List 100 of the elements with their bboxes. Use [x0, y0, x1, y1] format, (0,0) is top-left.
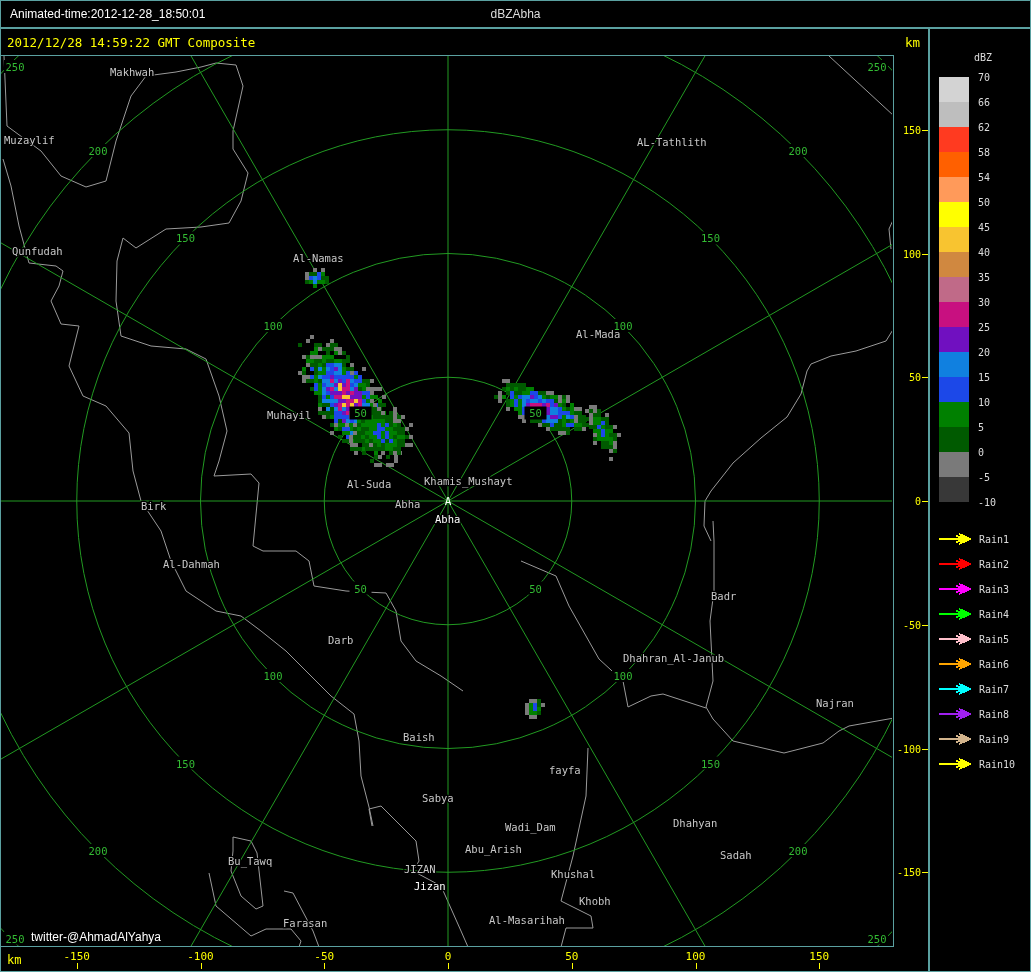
axis-tick [922, 748, 928, 750]
place-label: Al-Suda [347, 478, 392, 490]
axis-tick [922, 253, 928, 255]
scale-label: 35 [978, 270, 992, 285]
scale-label: -5 [978, 470, 992, 485]
place-label: Makhwah [110, 66, 155, 78]
axis-tick-label: -100 [896, 743, 921, 754]
legend-label: Rain9 [979, 733, 1010, 745]
axis-tick [819, 963, 821, 969]
axis-tick [922, 872, 928, 874]
scale-label: 66 [978, 95, 992, 110]
legend-label: Rain6 [979, 658, 1010, 670]
place-label: Sadah [720, 849, 752, 861]
animation-time: Animated-time:2012-12-28_18:50:01 [10, 7, 206, 21]
range-ring-label: 50 [529, 582, 542, 595]
place-label: Al-Masarihah [489, 914, 565, 926]
axis-tick-label: 100 [902, 248, 921, 259]
place-label: AL-Tathlith [637, 136, 707, 148]
credit-text: twitter-@AhmadAlYahya [31, 930, 161, 944]
axis-tick [922, 377, 928, 379]
place-label: Al-Namas [293, 252, 344, 264]
axis-tick [695, 963, 697, 969]
range-ring-label: 250 [5, 61, 25, 73]
axis-tick-label: -150 [63, 950, 90, 963]
place-label: Baish [403, 731, 435, 743]
axis-tick [922, 624, 928, 626]
axis-tick [324, 963, 326, 969]
axis-tick [200, 963, 202, 969]
place-label: Farasan [283, 917, 328, 929]
place-label: Khamis_Mushayt [424, 475, 513, 487]
range-ring-label: 150 [176, 757, 195, 770]
axis-tick-label: -100 [187, 950, 214, 963]
place-label: Wadi_Dam [505, 821, 556, 833]
place-label: Abu_Arish [465, 843, 522, 855]
radar-echo [305, 268, 329, 288]
legend-label: Rain4 [979, 608, 1010, 620]
place-label: Sabya [422, 792, 454, 804]
place-label: Khobh [579, 895, 611, 907]
scale-label: -10 [978, 495, 997, 510]
range-ring-label: 100 [263, 320, 283, 332]
radar-echo [525, 699, 545, 719]
scale-label: 45 [978, 220, 992, 235]
axis-unit: km [7, 953, 22, 967]
place-label: Bu_Tawq [228, 855, 273, 867]
scan-timestamp: 2012/12/28 14:59:22 GMT Composite [7, 34, 256, 50]
legend-label: Rain2 [979, 558, 1010, 570]
axis-tick [922, 129, 928, 131]
range-ring-label: 50 [529, 407, 542, 420]
place-label: Muzaylif [4, 134, 55, 146]
legend-label: Rain10 [979, 758, 1016, 770]
legend-label: Rain5 [979, 633, 1010, 645]
place-label: fayfa [549, 764, 581, 776]
range-ring-label: 50 [354, 407, 367, 420]
range-ring-label: 100 [613, 670, 633, 682]
legend-label: Rain1 [979, 533, 1010, 545]
place-label: Dhahyan [673, 817, 718, 829]
axis-unit: km [904, 34, 920, 50]
scale-label: 70 [978, 70, 992, 85]
scale-label: 25 [978, 320, 992, 335]
scale-label: 5 [978, 420, 986, 435]
radar-site-marker: A [444, 495, 452, 508]
axis-tick-label: 0 [444, 950, 452, 963]
axis-tick-label: 50 [908, 371, 921, 383]
place-label: Abha [395, 498, 421, 510]
legend-label: Rain7 [979, 683, 1010, 695]
scale-label: 0 [978, 445, 986, 460]
range-ring-label: 250 [867, 932, 887, 945]
scale-label: 10 [978, 395, 992, 410]
scale-label: 20 [978, 345, 992, 360]
axis-tick-label: -50 [902, 619, 921, 631]
product-title: dBZAbha [490, 7, 541, 21]
axis-tick-label: 150 [809, 950, 830, 963]
scale-label: 62 [978, 120, 992, 135]
place-label: Jizan [414, 880, 446, 892]
axis-tick-label: 150 [902, 124, 921, 136]
legend-title: dBZ [973, 52, 993, 63]
range-ring-label: 200 [788, 845, 808, 857]
axis-tick-label: 100 [685, 950, 706, 963]
place-label: Birk [141, 500, 167, 512]
axis-tick-label: 0 [914, 495, 921, 507]
place-label: Darb [328, 634, 354, 646]
axis-tick-label: -50 [314, 950, 335, 963]
place-label: Dhahran_Al-Janub [623, 652, 725, 664]
scale-label: 30 [978, 295, 992, 310]
place-label: Khushal [551, 868, 596, 880]
legend-label: Rain3 [979, 583, 1010, 595]
place-label: JIZAN [404, 863, 436, 875]
axis-tick-label: 50 [565, 950, 579, 963]
range-ring-label: 150 [701, 232, 720, 245]
axis-tick [448, 963, 449, 969]
place-label: Abha [435, 513, 461, 525]
legend-label: Rain8 [979, 708, 1010, 720]
axis-tick [922, 501, 928, 502]
range-ring-label: 200 [788, 145, 808, 157]
scale-label: 15 [978, 370, 992, 385]
axis-tick-label: -150 [896, 866, 921, 878]
range-ring-label: 150 [176, 232, 195, 245]
range-ring-label: 150 [701, 757, 720, 770]
range-ring-label: 100 [263, 670, 283, 682]
axis-tick [571, 963, 573, 969]
